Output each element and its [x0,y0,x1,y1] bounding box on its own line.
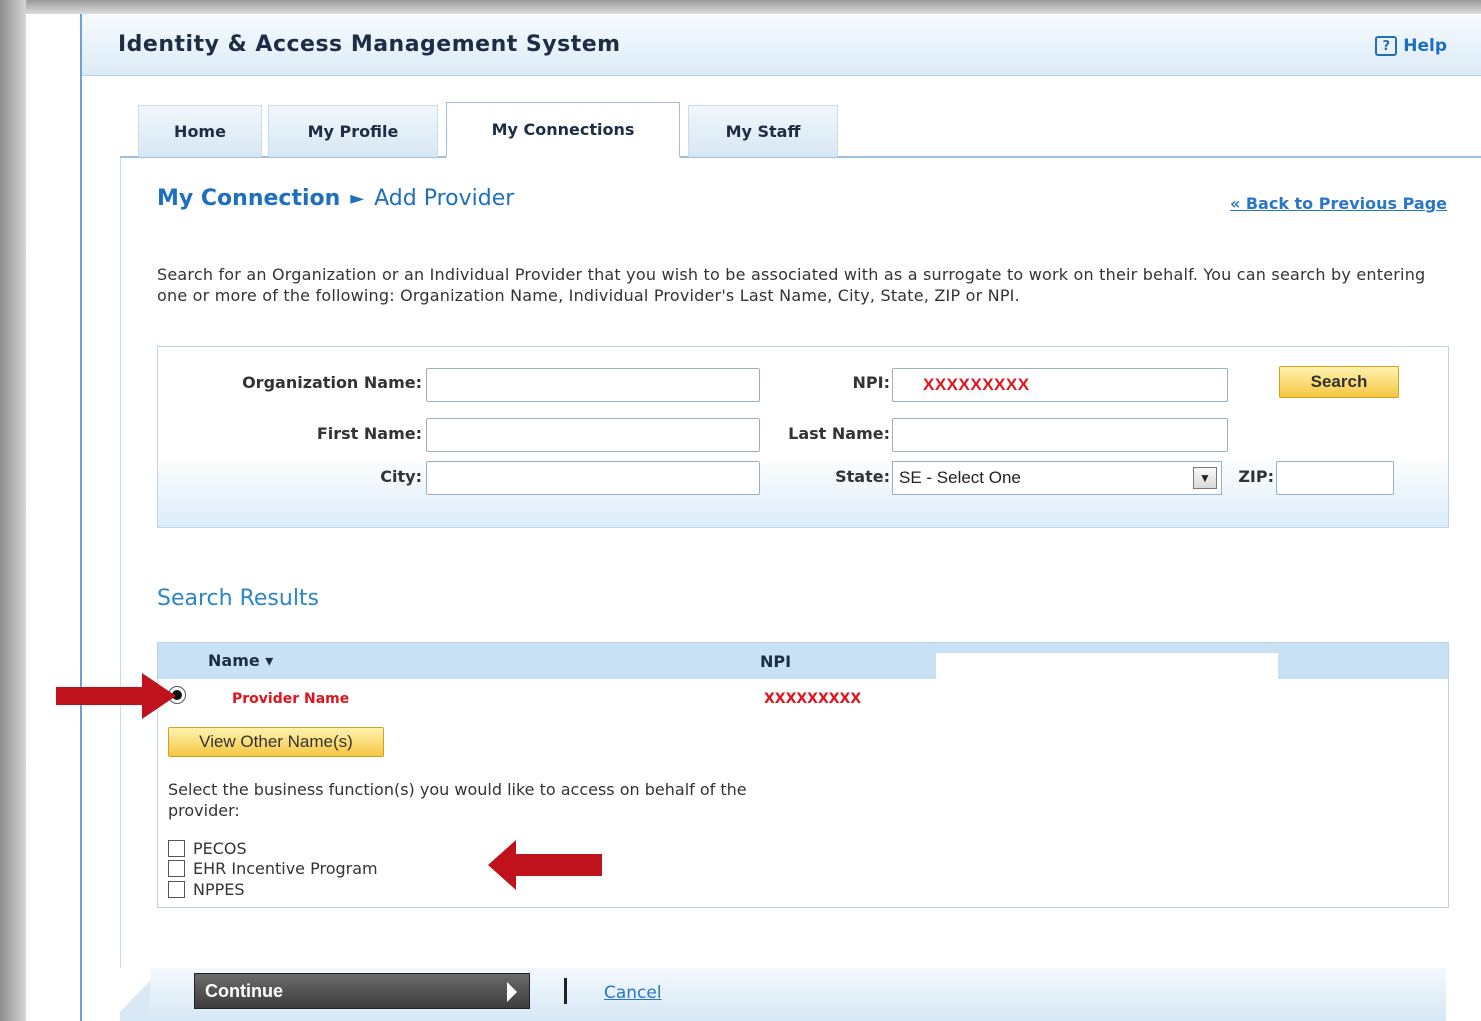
npi-input[interactable]: XXXXXXXXX [892,368,1228,402]
search-form: Organization Name: NPI: XXXXXXXXX Search… [157,346,1449,528]
help-icon: ? [1375,36,1398,56]
state-select[interactable]: SE - Select One ▼ [892,461,1222,495]
breadcrumb-parent[interactable]: My Connection [157,186,340,211]
checkbox-row-nppes[interactable]: NPPES [168,880,245,899]
results-header-row: Name ▾ NPI [158,643,1448,679]
chevron-right-icon [507,982,517,1002]
column-header-npi: NPI [760,652,792,671]
breadcrumb-current: Add Provider [374,186,515,211]
left-divider [80,14,82,1021]
pecos-checkbox[interactable] [168,840,185,857]
search-button[interactable]: Search [1279,366,1399,398]
cancel-link[interactable]: Cancel [604,983,662,1003]
city-label: City: [380,467,422,486]
zip-label: ZIP: [1238,467,1274,486]
last-name-input[interactable] [892,418,1228,452]
tab-my-connections[interactable]: My Connections [446,102,680,158]
view-other-names-button[interactable]: View Other Name(s) [168,727,384,757]
checkbox-row-ehr[interactable]: EHR Incentive Program [168,859,378,878]
last-name-label: Last Name: [788,424,890,443]
city-input[interactable] [426,461,760,495]
state-label: State: [835,467,890,486]
main-tabs: Home My Profile My Connections My Staff [82,102,1481,158]
business-functions-prompt: Select the business function(s) you woul… [168,780,747,820]
column-header-name[interactable]: Name ▾ [208,651,273,670]
search-instructions: Search for an Organization or an Individ… [157,265,1426,305]
help-link[interactable]: ? Help [1375,36,1447,56]
breadcrumb: My Connection ► Add Provider [157,186,514,211]
window-shadow-left [0,0,26,1021]
annotation-arrow-right-icon [56,673,176,719]
search-results-title: Search Results [157,586,320,611]
app-title: Identity & Access Management System [118,32,621,57]
org-name-input[interactable] [426,368,760,402]
first-name-input[interactable] [426,418,760,452]
left-margin [26,14,80,1021]
nppes-checkbox[interactable] [168,881,185,898]
footer-separator [564,978,567,1004]
ehr-incentive-program-checkbox[interactable] [168,860,185,877]
footer-notch [120,968,154,1021]
npi-label: NPI: [852,373,890,392]
provider-npi-cell: XXXXXXXXX [764,691,862,707]
ehr-incentive-program-label: EHR Incentive Program [193,859,378,878]
org-name-label: Organization Name: [242,373,422,392]
provider-name-cell: Provider Name [232,691,350,707]
chevron-down-icon[interactable]: ▼ [1193,467,1217,489]
pecos-label: PECOS [193,839,247,858]
tab-home[interactable]: Home [138,105,262,157]
breadcrumb-separator-icon: ► [350,188,365,209]
zip-input[interactable] [1276,461,1394,495]
tab-my-profile[interactable]: My Profile [268,105,438,157]
tab-my-staff[interactable]: My Staff [688,105,838,157]
app-header: Identity & Access Management System ? He… [82,14,1481,76]
continue-button[interactable]: Continue [194,973,530,1009]
main-content: My Connection ► Add Provider « Back to P… [120,158,1481,1021]
search-results-panel: Name ▾ NPI Provider Name XXXXXXXXX View … [157,642,1449,908]
state-selected-value: SE - Select One [899,468,1021,487]
back-to-previous-page-link[interactable]: « Back to Previous Page [1230,194,1447,213]
help-label: Help [1403,36,1447,56]
first-name-label: First Name: [316,424,422,443]
window-shadow-top [0,0,1481,14]
checkbox-row-pecos[interactable]: PECOS [168,839,247,858]
nppes-label: NPPES [193,880,245,899]
continue-label: Continue [205,980,283,1001]
header-blank-area [936,653,1278,679]
annotation-arrow-left-icon [488,840,602,890]
